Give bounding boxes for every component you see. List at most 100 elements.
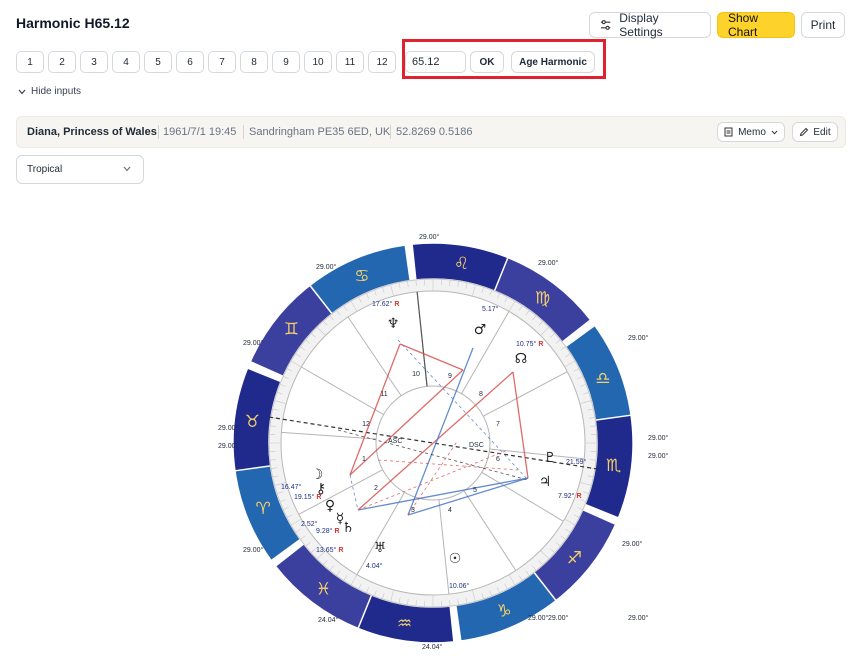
cusp-degree-label: 29.00°	[548, 614, 569, 622]
show-chart-button[interactable]: Show Chart	[717, 11, 795, 39]
harmonic-button-3[interactable]: 3	[80, 51, 108, 73]
memo-button[interactable]: Memo	[717, 122, 785, 142]
harmonic-button-1[interactable]: 1	[16, 51, 44, 73]
harmonic-button-8[interactable]: 8	[240, 51, 268, 73]
pluto-glyph: ♇	[544, 450, 557, 466]
person-name: Diana, Princess of Wales	[27, 126, 157, 138]
harmonic-button-12[interactable]: 12	[368, 51, 396, 73]
chevron-down-icon	[123, 166, 131, 172]
house-number: 4	[448, 507, 452, 514]
house-number: 10	[412, 371, 420, 378]
jupiter-degree: 7.92°	[558, 492, 575, 500]
cusp-degree-label: 29.00°	[648, 434, 668, 442]
node-degree: 10.75°	[516, 340, 537, 348]
display-settings-button[interactable]: Display Settings	[589, 11, 711, 39]
zodiac-sign-glyph: ♒	[397, 614, 412, 634]
hide-inputs-label: Hide inputs	[31, 86, 82, 97]
dsc-label: DSC	[469, 442, 484, 449]
house-number: 11	[380, 391, 387, 398]
cusp-degree-label: 29.00°	[218, 442, 239, 450]
cusp-degree-label: 29.00°	[648, 452, 668, 460]
saturn-degree: 13.65°	[316, 546, 337, 554]
house-number: 1	[362, 456, 366, 463]
harmonic-button-7[interactable]: 7	[208, 51, 236, 73]
chiron-retrograde: R	[316, 494, 321, 501]
chevron-down-icon	[18, 89, 26, 94]
chiron-degree: 19.15°	[294, 493, 315, 501]
house-number: 6	[496, 456, 500, 463]
zodiac-sign-glyph: ♎	[595, 369, 610, 389]
neptune-glyph: ♆	[387, 316, 400, 332]
sun-glyph: ☉	[449, 551, 462, 567]
house-number: 3	[411, 507, 415, 514]
print-button[interactable]: Print	[801, 12, 845, 38]
asc-label: ASC	[388, 438, 402, 445]
zodiac-sign-glyph: ♉	[245, 412, 260, 432]
zodiac-sign-glyph: ♏	[606, 456, 621, 476]
divider	[158, 125, 159, 139]
cusp-degree-label: 29.00°	[538, 259, 559, 267]
house-number: 5	[473, 487, 477, 494]
moon-degree: 16.47°	[281, 483, 302, 491]
harmonic-button-11[interactable]: 11	[336, 51, 364, 73]
house-number: 12	[362, 421, 370, 428]
edit-button[interactable]: Edit	[792, 122, 838, 142]
node-retrograde: R	[538, 341, 543, 348]
page-title: Harmonic H65.12	[16, 15, 130, 31]
saturn-retrograde: R	[338, 547, 343, 554]
zodiac-sign-glyph: ♍	[535, 289, 550, 309]
zodiac-select-value: Tropical	[27, 164, 63, 175]
display-settings-label: Display Settings	[619, 11, 663, 39]
memo-label: Memo	[738, 126, 766, 138]
divider	[390, 125, 391, 139]
zodiac-sign-glyph: ♈	[255, 499, 270, 519]
node-glyph: ☊	[515, 351, 527, 367]
document-icon	[724, 127, 733, 137]
harmonic-button-9[interactable]: 9	[272, 51, 300, 73]
cusp-degree-label: 29.00°	[628, 614, 649, 622]
mercury-retrograde: R	[334, 528, 339, 535]
venus-glyph: ♀	[325, 498, 335, 514]
chevron-down-icon	[771, 130, 778, 135]
house-number: 7	[496, 421, 500, 428]
neptune-retrograde: R	[394, 301, 399, 308]
mars-degree: 5.17°	[482, 305, 499, 313]
harmonic-button-10[interactable]: 10	[304, 51, 332, 73]
mercury-degree: 9.28°	[316, 527, 333, 535]
uranus-glyph: ♅	[374, 540, 387, 556]
cusp-degree-label: 29.00°	[528, 614, 549, 622]
uranus-degree: 4.04°	[366, 562, 383, 570]
house-number: 2	[374, 485, 378, 492]
mars-glyph: ♂	[474, 322, 487, 338]
sun-degree: 10.06°	[449, 582, 470, 590]
cusp-degree-label: 24.04°	[318, 616, 339, 624]
astrology-chart: ♌♍♎♏♐♑♒♓♈♉♊♋123 456789101112ASCDSC29.00°2…	[218, 233, 668, 651]
cusp-degree-label: 29.00°	[622, 540, 643, 548]
cusp-degree-label: 29.00°	[243, 546, 264, 554]
cusp-degree-label: 29.00°	[419, 233, 440, 241]
highlight-box	[402, 39, 606, 79]
cusp-degree-label: 24.04°	[422, 643, 443, 651]
hide-inputs-toggle[interactable]: Hide inputs	[18, 86, 81, 97]
venus-degree: 2.52°	[301, 520, 318, 528]
saturn-glyph: ♄	[342, 520, 355, 536]
zodiac-sign-glyph: ♊	[284, 319, 299, 339]
birth-coords: 52.8269 0.5186	[396, 126, 473, 138]
harmonic-button-6[interactable]: 6	[176, 51, 204, 73]
cusp-degree-label: 29.00°	[243, 339, 264, 347]
harmonic-button-4[interactable]: 4	[112, 51, 140, 73]
cusp-degree-label: 29.00°	[218, 424, 239, 432]
jupiter-retrograde: R	[576, 493, 581, 500]
cusp-degree-label: 29.00°	[628, 334, 649, 342]
divider	[243, 125, 244, 139]
zodiac-sign-glyph: ♐	[567, 549, 582, 569]
jupiter-glyph: ♃	[539, 474, 552, 490]
zodiac-select[interactable]: Tropical	[16, 155, 144, 184]
pluto-degree: 21.59°	[566, 458, 587, 466]
pencil-icon	[800, 127, 809, 137]
top-actions: Display Settings Show Chart Print	[589, 11, 845, 39]
harmonic-button-5[interactable]: 5	[144, 51, 172, 73]
zodiac-sign-glyph: ♓	[316, 579, 331, 599]
harmonic-button-2[interactable]: 2	[48, 51, 76, 73]
zodiac-sign-glyph: ♑	[496, 602, 511, 622]
